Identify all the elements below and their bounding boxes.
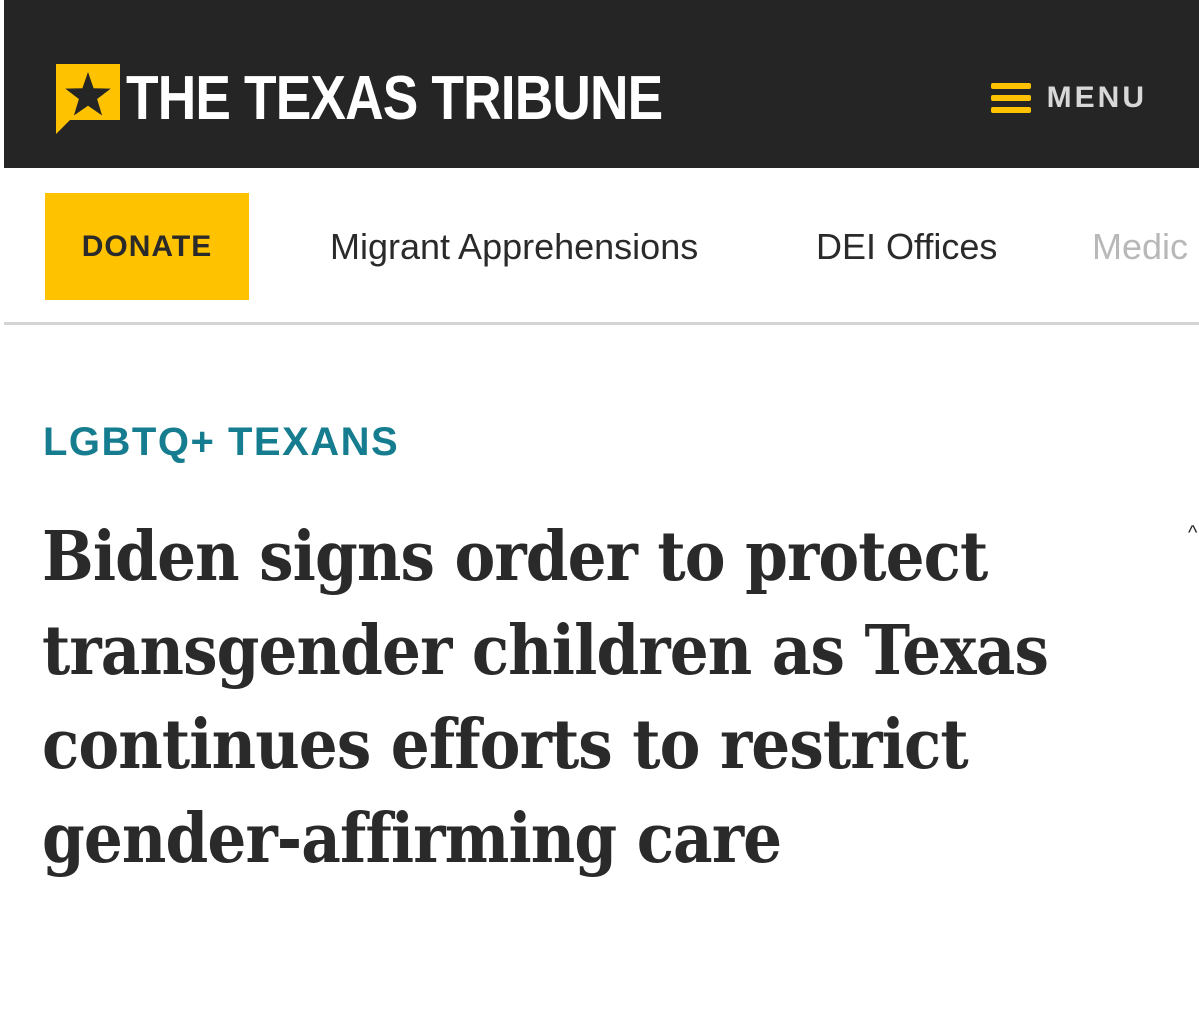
site-logo[interactable]: THE TEXAS TRIBUNE xyxy=(56,64,750,134)
article-kicker[interactable]: LGBTQ+ TEXANS xyxy=(43,420,399,464)
donate-button[interactable]: DONATE xyxy=(45,193,249,300)
menu-button[interactable]: MENU xyxy=(990,81,1147,114)
nav-link-migrant-apprehensions[interactable]: Migrant Apprehensions xyxy=(330,226,698,268)
star-speech-bubble-icon xyxy=(56,64,120,134)
page: THE TEXAS TRIBUNE MENU DONATE Migrant Ap… xyxy=(0,0,1199,1016)
nav-link-dei-offices[interactable]: DEI Offices xyxy=(816,226,997,268)
nav-link-medic[interactable]: Medic xyxy=(1092,226,1188,268)
site-logo-text: THE TEXAS TRIBUNE xyxy=(126,64,663,133)
site-header: THE TEXAS TRIBUNE MENU xyxy=(4,0,1199,168)
hamburger-icon xyxy=(990,82,1031,114)
edge-mark: ^ xyxy=(1188,522,1198,544)
article-headline: Biden signs order to protect transgender… xyxy=(42,517,1049,879)
menu-label: MENU xyxy=(1046,81,1147,114)
topic-nav: DONATE Migrant Apprehensions DEI Offices… xyxy=(4,168,1199,325)
